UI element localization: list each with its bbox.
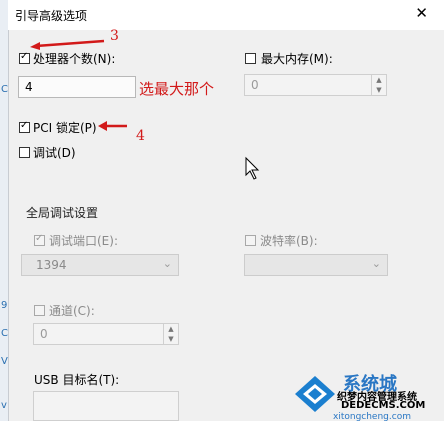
mouse-cursor-icon: [245, 156, 260, 180]
watermark-line2: DEDECMS.COM: [341, 400, 426, 411]
annotation-pick-max: 选最大那个: [139, 80, 215, 98]
watermark: 系统城 织梦内容管理系统 DEDECMS.COM xitongcheng.com: [293, 372, 444, 421]
watermark-line3: xitongcheng.com: [333, 412, 411, 421]
arrow-4-head: [98, 121, 107, 131]
annotation-number-3: 3: [110, 28, 119, 44]
annotation-number-4: 4: [136, 128, 145, 144]
annotation-arrows: [30, 39, 260, 180]
watermark-logo-icon: [295, 376, 335, 412]
boot-advanced-options-dialog: C 9 C V v 引导高级选项 ✕ 处理器个数(N): 4 最大内存(M): …: [0, 0, 444, 421]
arrow-3-head: [30, 42, 40, 50]
arrow-3-line: [35, 39, 105, 48]
